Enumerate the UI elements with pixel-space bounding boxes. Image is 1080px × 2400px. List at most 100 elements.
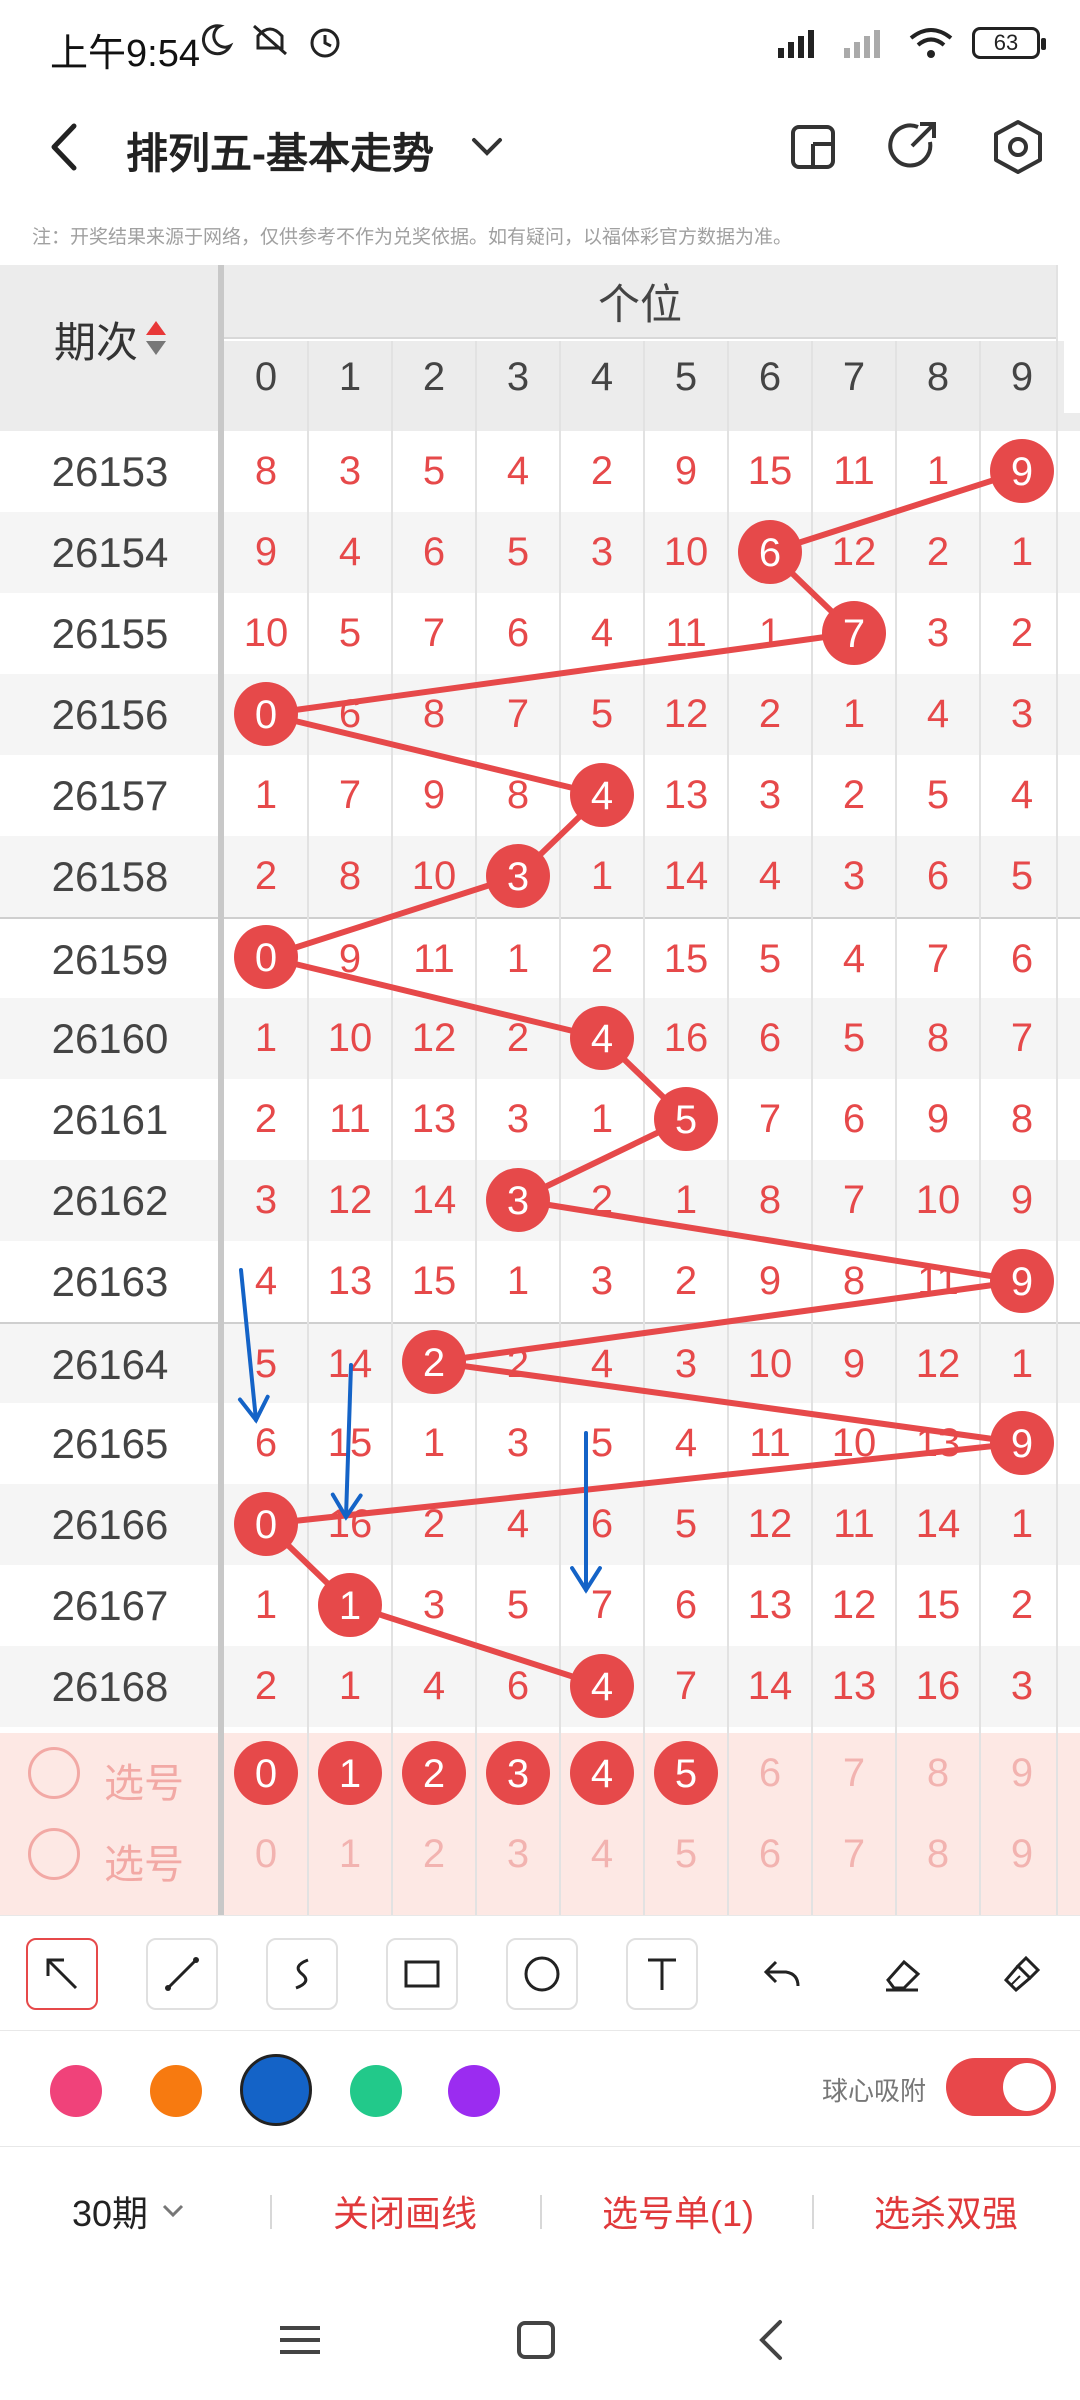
omission-cell: 8 <box>506 773 530 817</box>
snap-toggle[interactable] <box>946 2058 1056 2116</box>
omission-cell: 1 <box>842 692 866 736</box>
omission-cell: 9 <box>1010 1178 1034 1222</box>
grid-line <box>1056 265 1058 1915</box>
pick-number[interactable]: 9 <box>980 1733 1064 1814</box>
share-icon[interactable] <box>880 114 946 180</box>
digit-header: 0 <box>224 341 308 413</box>
omission-cell: 16 <box>663 1016 709 1060</box>
battery-level: 63 <box>993 30 1019 55</box>
pick-number[interactable]: 5 <box>644 1814 728 1895</box>
omission-cell: 5 <box>1010 854 1034 898</box>
color-swatch-pink[interactable] <box>50 2065 102 2117</box>
settings-icon[interactable] <box>985 114 1051 180</box>
kill-double-button[interactable]: 选杀双强 <box>874 2185 1018 2237</box>
table-row: 26153 8 3 5 4 2 9 15 11 1 <box>0 431 1080 512</box>
omission-cell: 4 <box>338 530 362 574</box>
omission-cell: 1 <box>254 773 278 817</box>
omission-cell: 1 <box>1010 1342 1034 1386</box>
period-number: 26168 <box>51 1662 169 1710</box>
sort-icon[interactable] <box>146 319 166 359</box>
period-select[interactable]: 30期 <box>72 2185 188 2237</box>
table-row: 26158 2 8 10 1 14 4 3 6 5 <box>0 836 1080 917</box>
eraser-tool[interactable] <box>866 1938 938 2010</box>
omission-cell: 12 <box>327 1178 373 1222</box>
period-number: 26159 <box>51 935 169 983</box>
color-swatch-blue[interactable] <box>240 2054 312 2126</box>
color-swatch-purple[interactable] <box>448 2065 500 2117</box>
omission-cell: 3 <box>590 1259 614 1303</box>
pick-number[interactable]: 0 <box>224 1814 308 1895</box>
period-number: 26155 <box>51 609 169 657</box>
table-row: 26159 9 11 1 2 15 5 4 7 6 <box>0 917 1080 998</box>
omission-cell: 11 <box>749 1421 791 1465</box>
omission-cell: 1 <box>422 1421 446 1465</box>
line-icon <box>165 1957 199 1991</box>
undo-tool[interactable] <box>746 1938 818 2010</box>
arrow-tool[interactable] <box>26 1938 98 2010</box>
pick-number[interactable]: 4 <box>560 1814 644 1895</box>
pick-number[interactable]: 2 <box>392 1814 476 1895</box>
pick-number[interactable]: 6 <box>728 1733 812 1814</box>
omission-cell: 10 <box>747 1342 793 1386</box>
table-row: 26155 10 5 7 6 4 11 1 3 2 <box>0 593 1080 674</box>
line-tool[interactable] <box>146 1938 218 2010</box>
pick-number[interactable]: 7 <box>812 1814 896 1895</box>
omission-cell: 2 <box>674 1259 698 1303</box>
omission-cell: 13 <box>831 1664 877 1708</box>
menu-icon[interactable] <box>264 2304 336 2376</box>
omission-cell: 4 <box>254 1259 278 1303</box>
omission-cell: 5 <box>590 692 614 736</box>
layout-toggle-icon[interactable] <box>780 114 846 180</box>
omission-cell: 12 <box>831 530 877 574</box>
omission-cell: 5 <box>758 937 782 981</box>
rectangle-icon <box>404 1960 440 1988</box>
pick-number[interactable]: 8 <box>896 1733 980 1814</box>
pick-number[interactable]: 6 <box>728 1814 812 1895</box>
trend-table: 期次 个位 0123456789 26153 8 3 5 4 2 9 15 11 1 26154 9 4… <box>0 265 1080 1915</box>
omission-cell: 1 <box>926 449 950 493</box>
pick-radio[interactable] <box>28 1828 80 1880</box>
divider <box>270 2195 272 2229</box>
pick-list-button[interactable]: 选号单(1) <box>602 2185 754 2237</box>
omission-cell: 12 <box>831 1583 877 1627</box>
pick-number[interactable]: 8 <box>896 1814 980 1895</box>
omission-cell: 15 <box>327 1421 373 1465</box>
omission-cell: 9 <box>254 530 278 574</box>
omission-cell: 3 <box>926 611 950 655</box>
curve-tool[interactable] <box>266 1938 338 2010</box>
alarm-icon <box>310 28 340 58</box>
pick-radio[interactable] <box>28 1747 80 1799</box>
pick-number[interactable]: 3 <box>476 1814 560 1895</box>
pick-number[interactable]: 9 <box>980 1814 1064 1895</box>
title-bar: 排列五-基本走势 <box>0 92 1080 202</box>
color-swatch-orange[interactable] <box>150 2065 202 2117</box>
pick-number[interactable]: 7 <box>812 1733 896 1814</box>
omission-cell: 9 <box>926 1097 950 1141</box>
chevron-down-icon <box>162 2204 184 2218</box>
clear-tool[interactable] <box>986 1938 1058 2010</box>
curve-icon <box>295 1958 309 1990</box>
close-lines-button[interactable]: 关闭画线 <box>333 2185 477 2237</box>
mute-icon <box>253 24 287 56</box>
omission-cell: 3 <box>758 773 782 817</box>
omission-cell: 11 <box>833 449 875 493</box>
circle-tool[interactable] <box>506 1938 578 2010</box>
rectangle-tool[interactable] <box>386 1938 458 2010</box>
pick-number[interactable]: 1 <box>308 1814 392 1895</box>
grid-line <box>727 341 729 1915</box>
omission-cell: 4 <box>674 1421 698 1465</box>
page-title[interactable]: 排列五-基本走势 <box>126 120 434 181</box>
home-icon[interactable] <box>500 2304 572 2376</box>
pick-label: 选号 <box>104 1843 184 1887</box>
period-header[interactable]: 期次 <box>0 265 220 413</box>
color-swatch-green[interactable] <box>350 2065 402 2117</box>
back-button[interactable] <box>30 112 100 182</box>
omission-cell: 12 <box>747 1502 793 1546</box>
disclaimer-notice: 注：开奖结果来源于网络，仅供参考不作为兑奖依据。如有疑问，以福体彩官方数据为准。 <box>32 227 793 248</box>
chevron-down-icon[interactable] <box>462 122 512 172</box>
text-tool[interactable] <box>626 1938 698 2010</box>
grid-line <box>811 341 813 1915</box>
omission-cell: 8 <box>254 449 278 493</box>
back-nav-icon[interactable] <box>736 2304 808 2376</box>
omission-cell: 2 <box>506 1016 530 1060</box>
